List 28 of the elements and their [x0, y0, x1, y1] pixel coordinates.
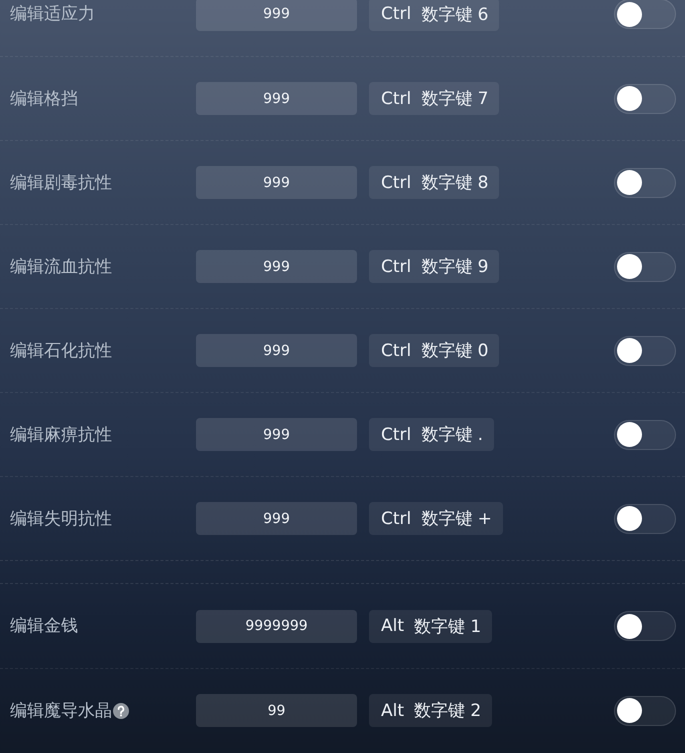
option-label: 编辑流血抗性 — [10, 256, 112, 278]
toggle-switch[interactable] — [614, 611, 676, 641]
hotkey-button[interactable]: Ctrl 数字键 8 — [369, 166, 500, 199]
toggle-switch[interactable] — [614, 696, 676, 726]
option-label: 编辑麻痹抗性 — [10, 424, 112, 446]
option-label: 编辑适应力 — [10, 3, 95, 25]
help-icon[interactable] — [113, 702, 129, 718]
toggle-switch[interactable] — [614, 504, 676, 534]
hotkey-button[interactable]: Ctrl 数字键 9 — [369, 250, 500, 283]
toggle-switch[interactable] — [614, 420, 676, 450]
toggle-switch[interactable] — [614, 84, 676, 114]
option-label: 编辑金钱 — [10, 615, 78, 637]
toggle-switch[interactable] — [614, 168, 676, 198]
option-label: 编辑石化抗性 — [10, 340, 112, 362]
option-label: 编辑魔导水晶 — [10, 700, 112, 722]
option-label: 编辑剧毒抗性 — [10, 172, 112, 194]
option-label: 编辑格挡 — [10, 88, 78, 110]
toggle-switch[interactable] — [614, 0, 676, 29]
hotkey-button[interactable]: Alt 数字键 2 — [369, 694, 492, 727]
toggle-switch[interactable] — [614, 252, 676, 282]
hotkey-button[interactable]: Ctrl 数字键 + — [369, 502, 503, 535]
hotkey-button[interactable]: Ctrl 数字键 7 — [369, 82, 500, 115]
hotkey-button[interactable]: Ctrl 数字键 6 — [369, 0, 500, 30]
hotkey-button[interactable]: Ctrl 数字键 . — [369, 418, 494, 451]
toggle-switch[interactable] — [614, 336, 676, 366]
option-label: 编辑失明抗性 — [10, 508, 112, 530]
hotkey-button[interactable]: Alt 数字键 1 — [369, 610, 492, 642]
hotkey-button[interactable]: Ctrl 数字键 0 — [369, 334, 500, 367]
